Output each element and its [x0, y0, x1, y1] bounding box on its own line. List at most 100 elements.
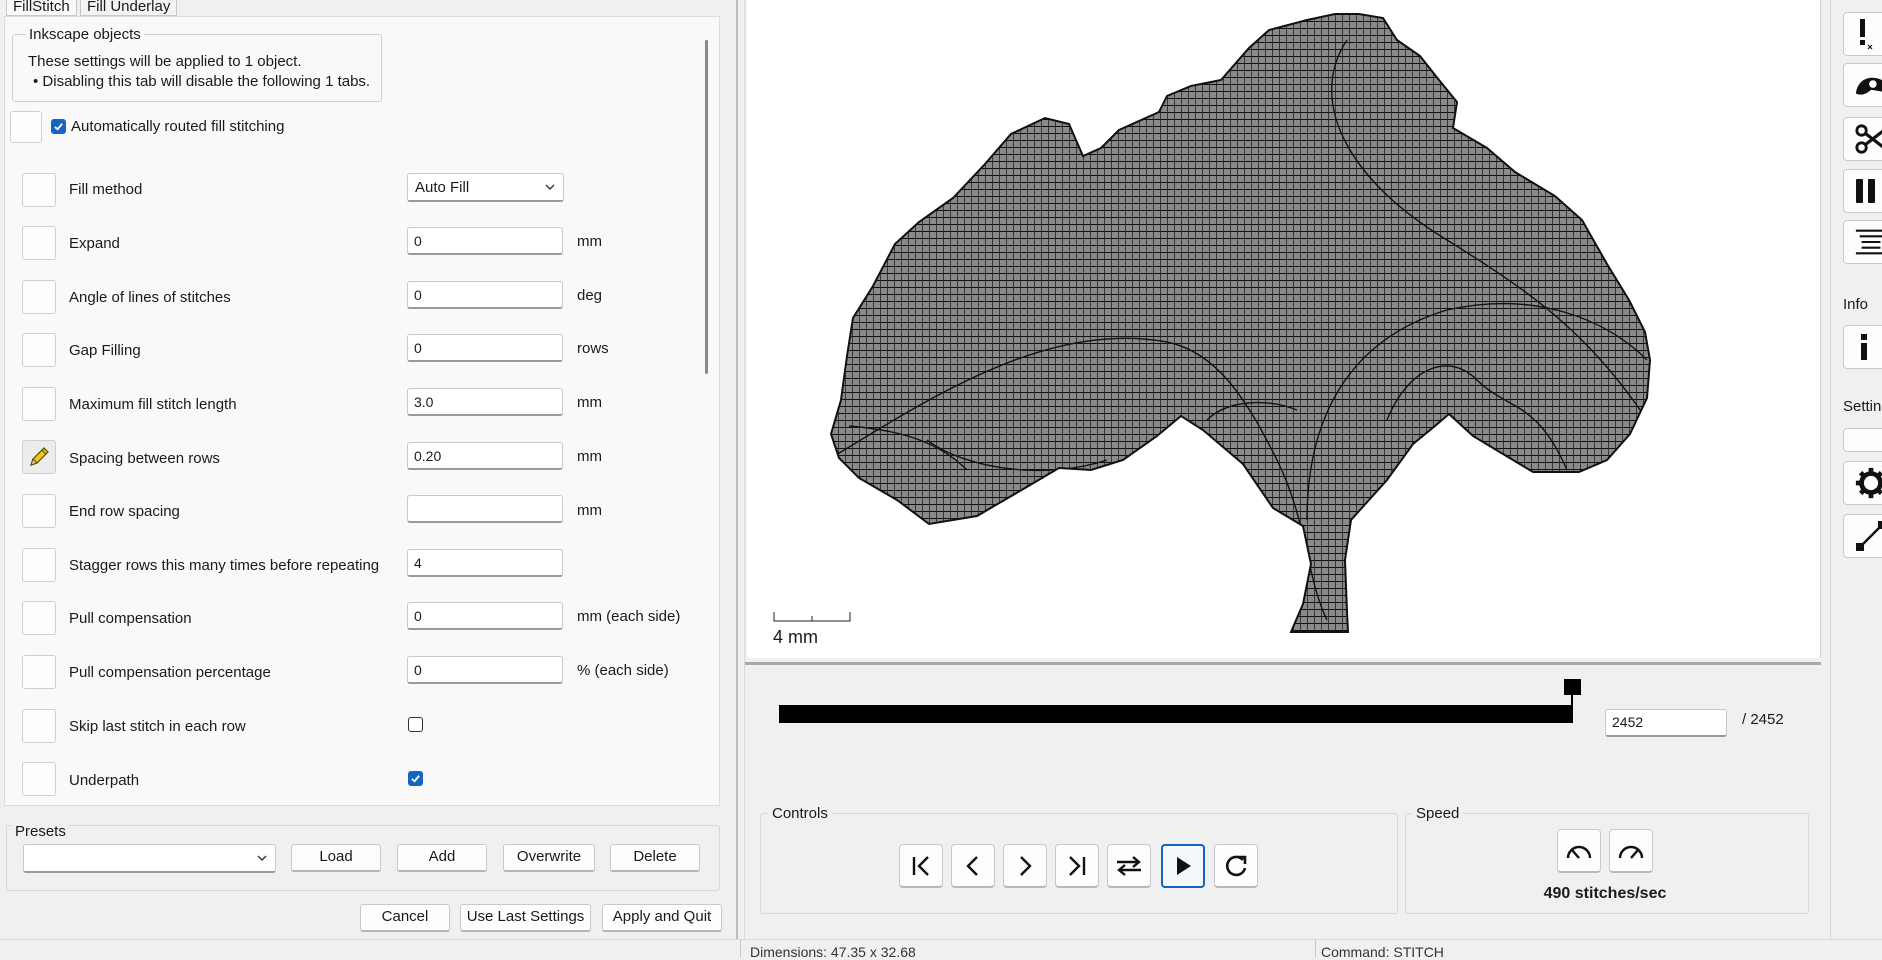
thread-spool-icon	[1855, 229, 1882, 255]
param-toggle-button[interactable]	[22, 440, 56, 474]
param-toggle-button[interactable]	[22, 494, 56, 528]
jumps-toggle-button[interactable]	[1843, 63, 1882, 107]
delete-preset-button[interactable]: Delete	[610, 844, 700, 872]
use-last-settings-button[interactable]: Use Last Settings	[460, 904, 591, 932]
skip-to-end-icon	[1069, 855, 1086, 876]
pull-comp-label: Pull compensation	[69, 610, 192, 627]
param-toggle-button[interactable]	[22, 762, 56, 796]
underpath-checkbox[interactable]	[408, 771, 423, 786]
row-spacing-unit: mm	[577, 448, 602, 465]
restart-button[interactable]	[1214, 844, 1258, 888]
pull-comp-pct-label: Pull compensation percentage	[69, 664, 271, 681]
alert-toggle-button[interactable]	[1843, 12, 1882, 56]
param-toggle-button[interactable]	[22, 226, 56, 260]
slower-button[interactable]	[1557, 829, 1601, 873]
param-toggle-button[interactable]	[22, 173, 56, 207]
info-icon	[1861, 334, 1867, 360]
scale-bar	[773, 612, 851, 622]
stagger-input[interactable]: 4	[407, 549, 563, 577]
settings-section-label: Setting	[1843, 398, 1882, 415]
previous-stitch-button[interactable]	[951, 844, 995, 888]
end-row-spacing-label: End row spacing	[69, 503, 180, 520]
load-preset-button[interactable]: Load	[291, 844, 381, 872]
pull-comp-unit: mm (each side)	[577, 608, 681, 625]
preset-select[interactable]	[23, 844, 276, 873]
enable-fill-checkbox[interactable]	[51, 119, 66, 134]
apply-and-quit-button[interactable]: Apply and Quit	[602, 904, 722, 932]
info-section-label: Info	[1843, 296, 1869, 313]
slow-gauge-icon	[1566, 845, 1592, 859]
settings-button[interactable]	[1843, 461, 1882, 505]
swap-arrows-icon	[1117, 855, 1141, 876]
info-button[interactable]	[1843, 325, 1882, 369]
stitch-preview-canvas[interactable]	[747, 0, 1821, 658]
stops-toggle-button[interactable]	[1843, 169, 1882, 213]
row-spacing-input[interactable]: 0.20	[407, 442, 563, 470]
skip-to-end-button[interactable]	[1055, 844, 1099, 888]
pull-comp-input[interactable]: 0	[407, 602, 563, 630]
max-stitch-input[interactable]: 3.0	[407, 388, 563, 416]
gap-filling-unit: rows	[577, 340, 609, 357]
enable-fill-label: Automatically routed fill stitching	[71, 118, 285, 135]
tab-fill-underlay[interactable]: Fill Underlay	[80, 0, 178, 16]
settings-field[interactable]	[1843, 428, 1882, 452]
chevron-down-icon	[545, 184, 555, 190]
next-stitch-button[interactable]	[1003, 844, 1047, 888]
stitch-total-label: / 2452	[1742, 711, 1784, 728]
expand-unit: mm	[577, 233, 602, 250]
color-changes-toggle-button[interactable]	[1843, 220, 1882, 264]
pull-comp-pct-unit: % (each side)	[577, 662, 669, 679]
param-toggle-button[interactable]	[22, 655, 56, 689]
resize-button[interactable]	[1843, 514, 1882, 558]
gap-filling-input[interactable]: 0	[407, 334, 563, 362]
param-toggle-button[interactable]	[22, 709, 56, 743]
fill-method-value: Auto Fill	[415, 179, 470, 196]
scissors-icon	[1855, 124, 1882, 154]
skip-last-checkbox[interactable]	[408, 717, 423, 732]
swap-direction-button[interactable]	[1107, 844, 1151, 888]
param-toggle-button[interactable]	[22, 548, 56, 582]
group-title: Inkscape objects	[26, 26, 144, 43]
param-toggle-button[interactable]	[22, 280, 56, 314]
command-status: Command: STITCH	[1321, 944, 1444, 960]
diagonal-resize-icon	[1856, 521, 1882, 551]
fill-method-select[interactable]: Auto Fill	[407, 173, 564, 202]
stitch-preview-drawing	[829, 13, 1652, 633]
panel-splitter[interactable]	[736, 0, 745, 939]
overwrite-preset-button[interactable]: Overwrite	[503, 844, 595, 872]
play-icon	[1177, 857, 1191, 875]
gap-filling-label: Gap Filling	[69, 342, 141, 359]
angle-input[interactable]: 0	[407, 281, 563, 309]
row-spacing-label: Spacing between rows	[69, 450, 220, 467]
pull-comp-pct-input[interactable]: 0	[407, 656, 563, 684]
play-button[interactable]	[1161, 844, 1205, 888]
param-toggle-button[interactable]	[22, 333, 56, 367]
speed-readout: 490 stitches/sec	[1543, 885, 1667, 902]
param-toggle-button[interactable]	[10, 111, 42, 143]
gear-icon	[1855, 467, 1882, 499]
stitch-slider-handle[interactable]	[1564, 679, 1581, 695]
skip-last-label: Skip last stitch in each row	[69, 718, 246, 735]
add-preset-button[interactable]: Add	[397, 844, 487, 872]
cancel-button[interactable]: Cancel	[360, 904, 450, 932]
pause-icon	[1856, 179, 1875, 203]
exclamation-icon	[1860, 19, 1873, 50]
stitch-slider-track[interactable]	[779, 705, 1572, 723]
end-row-spacing-input[interactable]	[407, 495, 563, 523]
status-divider	[1315, 939, 1316, 957]
checkmark-icon	[54, 123, 63, 131]
info-line: These settings will be applied to 1 obje…	[28, 53, 302, 70]
tab-fillstitch[interactable]: FillStitch	[6, 0, 77, 16]
settings-scrollbar[interactable]	[705, 40, 708, 374]
expand-input[interactable]: 0	[407, 227, 563, 255]
status-bar	[0, 939, 1882, 957]
faster-button[interactable]	[1609, 829, 1653, 873]
current-stitch-input[interactable]: 2452	[1605, 709, 1727, 737]
param-toggle-button[interactable]	[22, 387, 56, 421]
chevron-down-icon	[257, 855, 267, 861]
end-row-spacing-unit: mm	[577, 502, 602, 519]
fill-method-label: Fill method	[69, 181, 143, 198]
trims-toggle-button[interactable]	[1843, 117, 1882, 161]
skip-to-start-button[interactable]	[899, 844, 943, 888]
param-toggle-button[interactable]	[22, 601, 56, 635]
